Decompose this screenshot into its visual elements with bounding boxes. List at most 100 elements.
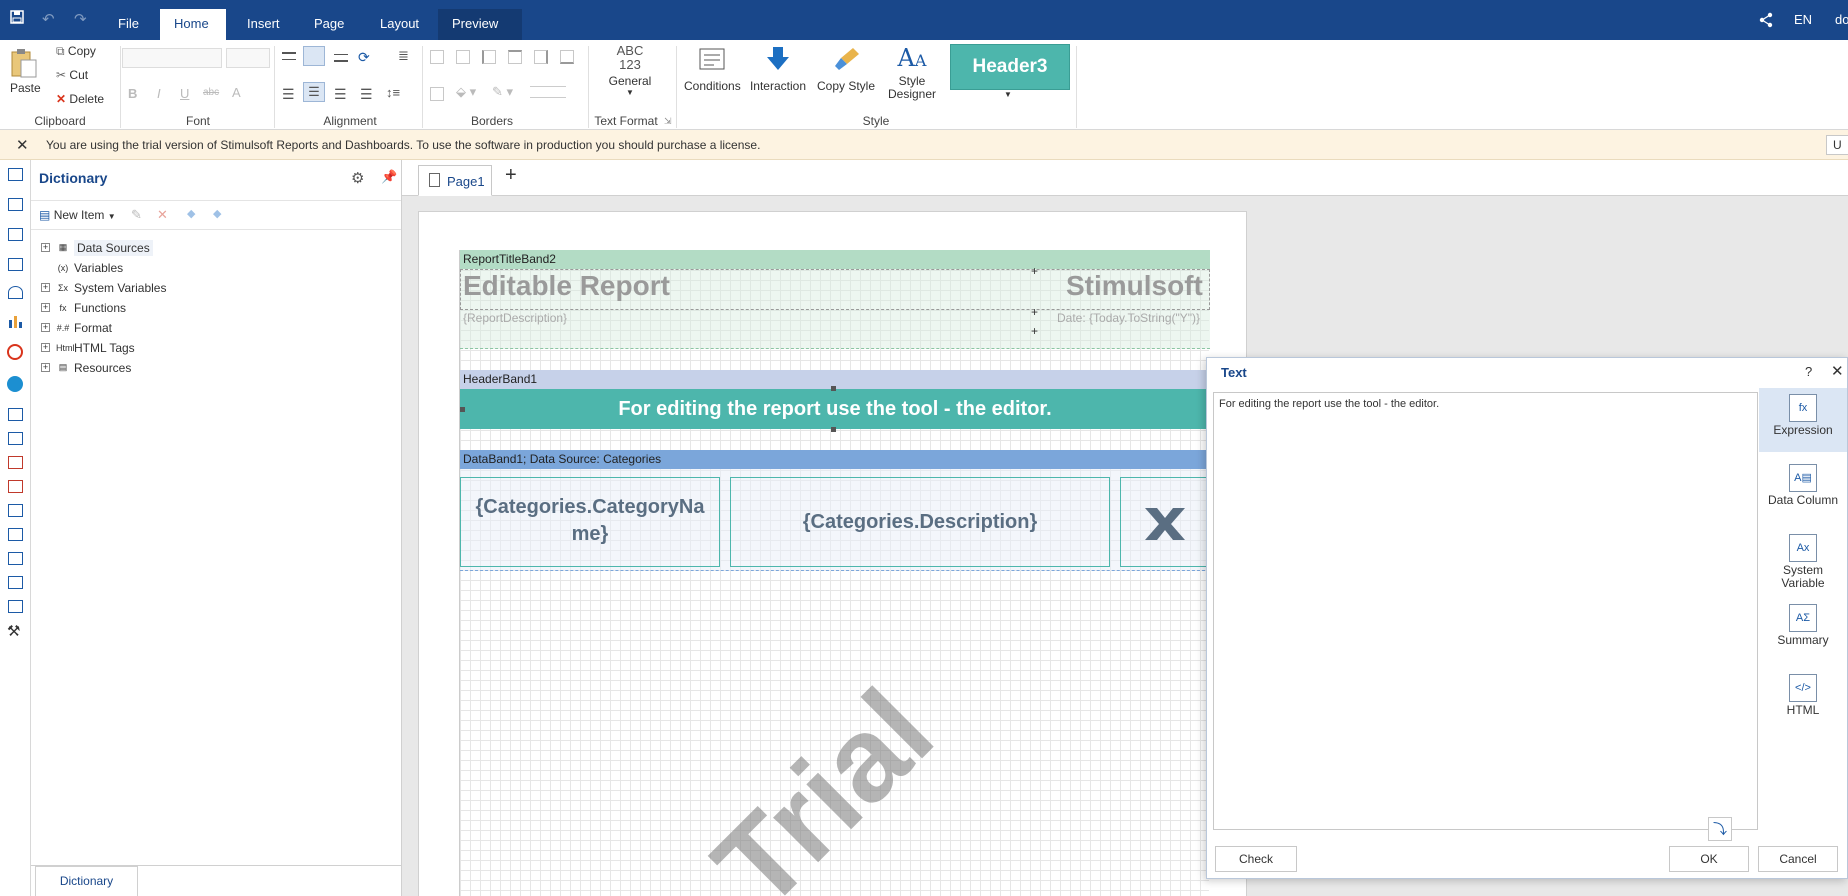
border-settings-icon[interactable] — [430, 87, 444, 101]
interaction-button[interactable]: Interaction — [748, 46, 808, 93]
ok-button[interactable]: OK — [1669, 846, 1749, 872]
copy-style-button[interactable]: Copy Style — [814, 46, 878, 93]
option-html[interactable]: </> HTML — [1759, 668, 1847, 732]
check-button[interactable]: Check — [1215, 846, 1297, 872]
word-wrap-icon[interactable]: ≣ — [398, 48, 409, 64]
cancel-button[interactable]: Cancel — [1758, 846, 1838, 872]
subreport-tool-icon[interactable] — [8, 528, 23, 541]
tab-preview[interactable]: Preview — [438, 9, 522, 40]
expand-icon[interactable]: + — [41, 283, 50, 293]
header-text[interactable]: For editing the report use the tool - th… — [460, 389, 1210, 429]
tree-item[interactable]: + fx Functions — [41, 300, 126, 318]
resize-handle-icon[interactable]: + — [1031, 305, 1038, 319]
report-title-band[interactable]: ReportTitleBand2 — [460, 250, 1210, 269]
border-all-icon[interactable] — [430, 50, 444, 64]
expression-editor[interactable]: For editing the report use the tool - th… — [1213, 392, 1758, 841]
table-tool-icon[interactable] — [8, 552, 23, 565]
option-summary[interactable]: AΣ Summary — [1759, 598, 1847, 662]
tab-layout[interactable]: Layout — [366, 9, 433, 40]
tab-file[interactable]: File — [104, 9, 153, 40]
copy-button[interactable]: ⧉ Copy — [56, 44, 96, 59]
tree-item[interactable]: + #.# Format — [41, 320, 112, 338]
undo-icon[interactable]: ↶ — [42, 10, 55, 28]
shapes-tool-icon[interactable] — [8, 286, 23, 299]
picture-tool-icon[interactable] — [8, 600, 23, 613]
style-designer-button[interactable]: AA Style Designer — [884, 44, 940, 101]
report-title-band-tool-icon[interactable] — [8, 168, 23, 181]
close-icon[interactable]: ✕ — [16, 136, 29, 154]
text-tool-icon[interactable] — [8, 408, 23, 421]
tab-dictionary[interactable]: Dictionary — [35, 866, 138, 896]
panel-tool-icon[interactable] — [8, 504, 23, 517]
add-page-icon[interactable]: + — [505, 164, 517, 187]
data-band[interactable]: DataBand1; Data Source: Categories — [460, 450, 1210, 469]
share-icon[interactable] — [1758, 12, 1774, 31]
border-top-icon[interactable] — [508, 50, 522, 64]
map-tool-icon[interactable] — [7, 376, 23, 392]
resize-handle-icon[interactable]: + — [1031, 264, 1038, 278]
bold-button[interactable]: B — [128, 86, 137, 101]
settings-gear-icon[interactable]: ⚙ — [351, 169, 364, 187]
picture-cell[interactable] — [1120, 477, 1210, 567]
tree-item[interactable]: + Σx System Variables — [41, 280, 166, 298]
word-wrap-toggle-icon[interactable]: ⤵ — [1708, 817, 1732, 841]
header-band-tool-icon[interactable] — [8, 198, 23, 211]
move-down-icon[interactable]: ◆ — [213, 207, 221, 220]
align-top-icon[interactable] — [282, 52, 296, 60]
expand-icon[interactable]: + — [41, 323, 50, 333]
new-item-button[interactable]: ▤ New Item ▼ — [39, 208, 116, 222]
data-band-tool-icon[interactable] — [8, 228, 23, 241]
tree-item[interactable]: + ▦ Data Sources — [41, 239, 153, 258]
selection-handle[interactable] — [460, 407, 465, 412]
tree-item[interactable]: (x) Variables — [41, 260, 123, 278]
barcode-tool-icon[interactable] — [8, 480, 23, 493]
expand-icon[interactable]: + — [41, 343, 50, 353]
save-icon[interactable] — [10, 10, 24, 28]
cross-band-tool-icon[interactable] — [8, 258, 23, 271]
help-icon[interactable]: ? — [1805, 364, 1812, 379]
font-name-combo[interactable] — [122, 48, 222, 68]
expand-icon[interactable]: + — [41, 363, 50, 373]
redo-icon[interactable]: ↷ — [74, 10, 87, 28]
category-name-cell[interactable]: {Categories.CategoryNa me} — [460, 477, 720, 567]
conditions-button[interactable]: Conditions — [684, 46, 741, 93]
expand-icon[interactable]: + — [41, 243, 50, 253]
tools-icon[interactable]: ⚒ — [7, 622, 20, 640]
user-menu[interactable]: do — [1835, 12, 1848, 27]
close-icon[interactable]: ✕ — [1831, 362, 1844, 380]
line-spacing-icon[interactable]: ↕≡ — [386, 85, 400, 100]
rich-text-tool-icon[interactable] — [8, 432, 23, 445]
description-cell[interactable]: {Categories.Description} — [730, 477, 1110, 567]
border-none-icon[interactable] — [456, 50, 470, 64]
border-style-icon[interactable] — [530, 86, 566, 98]
tree-item[interactable]: + ▤ Resources — [41, 360, 131, 378]
delete-item-icon[interactable]: ✕ — [157, 207, 168, 223]
align-center-icon[interactable]: ☰ — [303, 82, 325, 102]
font-color-button[interactable]: A — [232, 85, 241, 100]
report-description-text[interactable]: {ReportDescription} — [463, 311, 567, 325]
selection-handle[interactable] — [831, 386, 836, 391]
delete-button[interactable]: ✕ Delete — [56, 92, 104, 106]
option-data-column[interactable]: A▤ Data Column — [1759, 458, 1847, 522]
edit-icon[interactable]: ✎ — [131, 207, 142, 223]
report-title-text[interactable]: Editable Report — [463, 270, 670, 302]
pin-icon[interactable]: 📌 — [381, 169, 397, 185]
text-format-button[interactable]: ABC 123 General ▼ — [600, 44, 660, 98]
underline-button[interactable]: U — [180, 86, 189, 101]
dialog-launcher-icon[interactable]: ⇲ — [664, 116, 672, 127]
purchase-button[interactable]: U — [1826, 135, 1848, 155]
chart-tool-icon[interactable] — [8, 314, 23, 328]
style-preset-header3[interactable]: Header3 — [950, 44, 1070, 90]
selection-handle[interactable] — [831, 427, 836, 432]
checkbox-tool-icon[interactable] — [8, 576, 23, 589]
expand-icon[interactable]: + — [41, 303, 50, 313]
fill-color-icon[interactable]: ⬙ ▾ — [456, 84, 476, 100]
tab-page[interactable]: Page — [300, 9, 358, 40]
border-bottom-icon[interactable] — [560, 50, 574, 64]
paste-button[interactable]: Paste — [10, 48, 41, 95]
expression-text[interactable]: For editing the report use the tool - th… — [1219, 398, 1439, 410]
date-expression-text[interactable]: Date: {Today.ToString("Y")} — [1057, 311, 1200, 325]
move-up-icon[interactable]: ◆ — [187, 207, 195, 220]
brand-text[interactable]: Stimulsoft — [1066, 270, 1203, 302]
style-gallery-chevron-icon[interactable]: ▼ — [1004, 90, 1012, 99]
